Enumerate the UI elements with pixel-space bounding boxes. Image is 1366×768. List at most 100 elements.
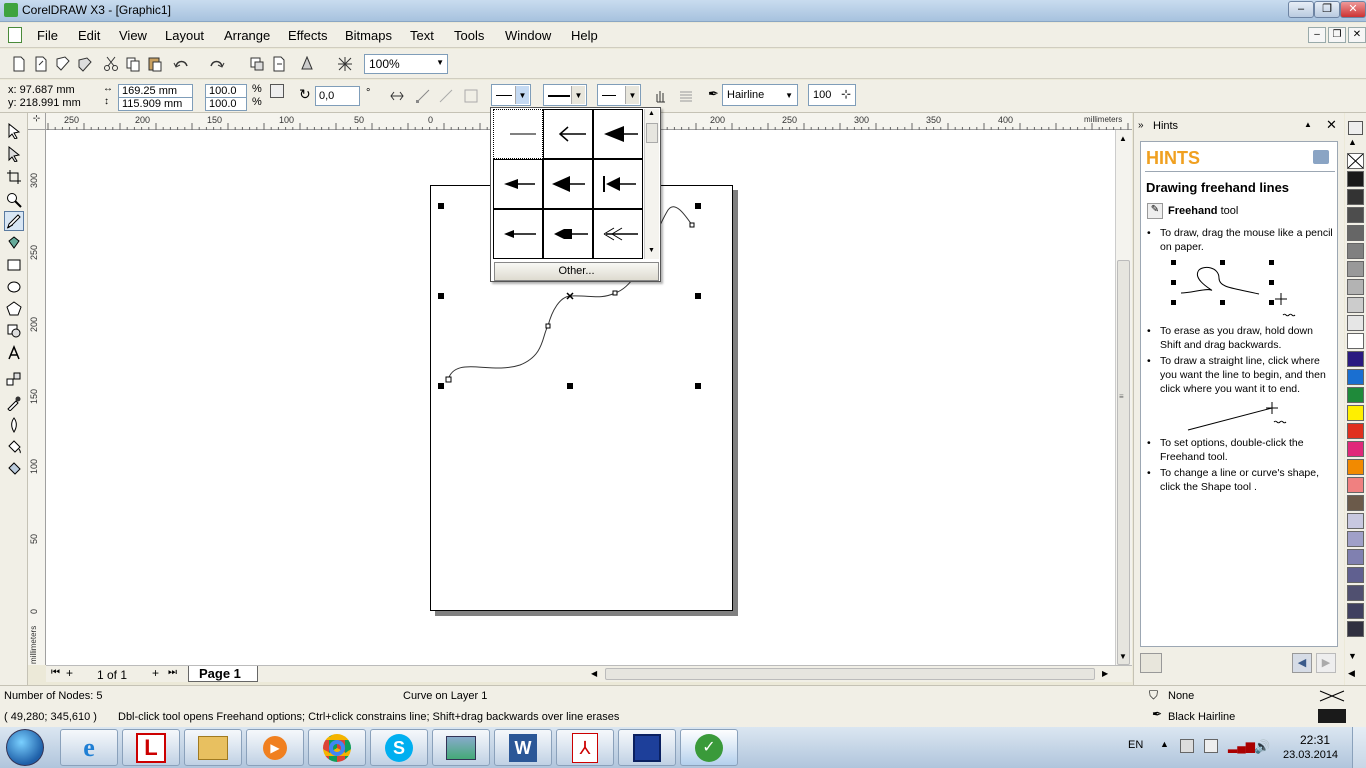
vertical-ruler[interactable]: 300 250 200 150 100 50 0 millimeters [28, 130, 46, 665]
hints-back-button[interactable]: ◀ [1292, 653, 1312, 673]
color-swatch[interactable] [1347, 369, 1364, 385]
lock-ratio-icon[interactable] [270, 84, 284, 98]
color-swatch[interactable] [1347, 585, 1364, 601]
welcome-screen-icon[interactable] [336, 55, 354, 73]
first-page-icon[interactable]: ⏮ [51, 667, 60, 678]
wrap-text-icon[interactable] [462, 87, 480, 105]
hints-forward-button[interactable]: ▶ [1316, 653, 1336, 673]
mirror-horizontal-icon[interactable] [388, 87, 406, 105]
doc-close-button[interactable]: ✕ [1348, 27, 1366, 43]
scale-x-field[interactable]: 100.0 [205, 84, 247, 98]
color-swatch[interactable] [1347, 315, 1364, 331]
palette-scroll-up-icon[interactable]: ▲ [1348, 137, 1357, 147]
outline-width-combo[interactable]: Hairline ▼ [722, 84, 798, 106]
selection-handle[interactable] [567, 383, 573, 389]
close-curve-icon[interactable] [437, 87, 455, 105]
line-style-selector[interactable]: ▼ [543, 84, 587, 106]
text-wrap-icon[interactable] [677, 87, 695, 105]
last-page-icon[interactable]: ⏭ [168, 667, 177, 678]
color-swatch[interactable] [1347, 333, 1364, 349]
interactive-blend-tool-icon[interactable] [4, 369, 24, 389]
arrowhead-block[interactable] [543, 209, 593, 259]
freehand-tool-icon[interactable] [4, 211, 24, 231]
y-position-field[interactable]: y: 218.991 mm [5, 97, 95, 111]
selection-handle[interactable] [438, 383, 444, 389]
taskbar-image-viewer[interactable] [432, 729, 490, 766]
scroll-down-icon[interactable]: ▼ [1119, 652, 1127, 661]
rotation-angle-field[interactable]: 0,0 [315, 86, 360, 106]
end-arrowhead-selector[interactable]: ▼ [597, 84, 641, 106]
color-swatch[interactable] [1347, 351, 1364, 367]
menu-layout[interactable]: Layout [165, 28, 204, 43]
line-style-dropdown-icon[interactable]: ▼ [571, 86, 585, 104]
curve-node[interactable] [545, 323, 551, 329]
ruler-origin[interactable]: ⊹ [28, 113, 46, 130]
application-launcher-icon[interactable] [298, 55, 316, 73]
eyedropper-tool-icon[interactable] [4, 393, 24, 413]
new-icon[interactable] [10, 55, 28, 73]
height-field[interactable]: 115.909 mm [118, 97, 193, 111]
vertical-scrollbar[interactable]: ▲ ≡ ▼ [1115, 130, 1132, 665]
palette-menu-icon[interactable] [1348, 121, 1363, 135]
shape-tool-icon[interactable] [4, 144, 24, 164]
docker-collapse-icon[interactable]: ▲ [1304, 120, 1312, 129]
fill-tool-icon[interactable] [4, 437, 24, 457]
menu-edit[interactable]: Edit [78, 28, 100, 43]
arrowhead-double[interactable] [593, 209, 643, 259]
clock-date[interactable]: 23.03.2014 [1283, 749, 1338, 761]
curve-node[interactable] [445, 376, 452, 383]
page-tab[interactable]: Page 1 [188, 666, 258, 682]
color-swatch[interactable] [1347, 207, 1364, 223]
color-swatch[interactable] [1347, 189, 1364, 205]
color-swatch[interactable] [1347, 243, 1364, 259]
color-swatch[interactable] [1347, 531, 1364, 547]
polygon-tool-icon[interactable] [4, 299, 24, 319]
color-swatch[interactable] [1347, 441, 1364, 457]
taskbar-skype[interactable]: S [370, 729, 428, 766]
color-swatch[interactable] [1347, 225, 1364, 241]
doc-restore-button[interactable]: ❐ [1328, 27, 1346, 43]
paste-icon[interactable] [146, 55, 164, 73]
menu-arrange[interactable]: Arrange [224, 28, 270, 43]
save-icon[interactable] [54, 55, 72, 73]
menu-view[interactable]: View [119, 28, 147, 43]
add-page-before-icon[interactable]: + [66, 666, 73, 680]
palette-scroll-down-icon[interactable]: ▼ [1348, 651, 1357, 661]
menu-tools[interactable]: Tools [454, 28, 484, 43]
document-icon[interactable] [8, 27, 22, 43]
start-arrowhead-selector[interactable]: ▼ [491, 84, 531, 106]
minimize-button[interactable]: – [1288, 1, 1314, 18]
color-swatch[interactable] [1347, 603, 1364, 619]
print-icon[interactable] [76, 55, 94, 73]
selection-handle[interactable] [695, 383, 701, 389]
docker-arrow-icon[interactable]: » [1138, 120, 1144, 131]
smart-fill-tool-icon[interactable] [4, 233, 24, 253]
tray-volume-icon[interactable]: 🔊 [1254, 739, 1270, 755]
color-swatch[interactable] [1347, 621, 1364, 637]
zoom-dropdown-icon[interactable]: ▼ [436, 58, 444, 67]
color-swatch[interactable] [1347, 423, 1364, 439]
smoothing-slider-icon[interactable]: ⊹ [841, 87, 851, 101]
selection-handle[interactable] [695, 203, 701, 209]
arrowhead-scrollbar[interactable]: ▲ ▼ [644, 109, 659, 259]
doc-minimize-button[interactable]: – [1308, 27, 1326, 43]
curve-node[interactable] [689, 222, 695, 228]
clock-time[interactable]: 22:31 [1300, 733, 1330, 747]
crop-tool-icon[interactable] [4, 167, 24, 187]
color-swatch[interactable] [1347, 459, 1364, 475]
scroll-up-icon[interactable]: ▲ [1119, 134, 1127, 143]
other-arrowhead-button[interactable]: Other... [494, 262, 659, 281]
taskbar-media-player[interactable]: ▶ [246, 729, 304, 766]
menu-help[interactable]: Help [571, 28, 598, 43]
end-arrowhead-dropdown-icon[interactable]: ▼ [625, 86, 639, 104]
docker-close-icon[interactable]: ✕ [1326, 117, 1337, 133]
tray-device-icon[interactable] [1204, 739, 1218, 753]
hand-pan-icon[interactable] [651, 87, 669, 105]
arrowhead-thin[interactable] [493, 209, 543, 259]
arrowhead-open[interactable] [543, 109, 593, 159]
color-swatch[interactable] [1347, 513, 1364, 529]
taskbar-coreldraw[interactable]: ✓ [680, 729, 738, 766]
arrowhead-filled-small[interactable] [493, 159, 543, 209]
ellipse-tool-icon[interactable] [4, 277, 24, 297]
language-indicator[interactable]: EN [1128, 739, 1143, 751]
